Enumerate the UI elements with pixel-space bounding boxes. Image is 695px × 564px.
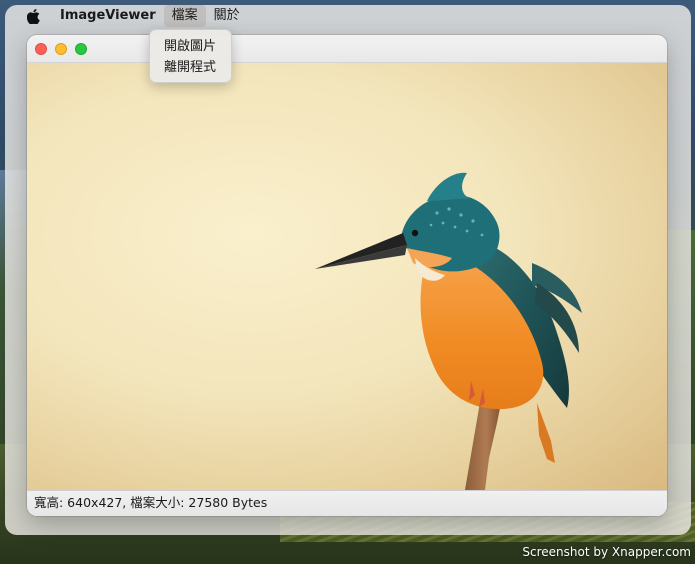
menu-about[interactable]: 關於: [206, 5, 248, 27]
watermark-text: Screenshot by Xnapper.com: [522, 545, 691, 559]
menu-item-quit[interactable]: 離開程式: [150, 57, 231, 78]
minimize-button[interactable]: [55, 42, 67, 55]
menu-item-open-image[interactable]: 開啟圖片: [150, 36, 231, 57]
image-display: [27, 63, 667, 490]
window-titlebar[interactable]: [27, 35, 667, 63]
menu-app-name[interactable]: ImageViewer: [60, 5, 164, 27]
apple-logo-icon[interactable]: [26, 8, 40, 24]
close-button[interactable]: [35, 42, 47, 55]
file-menu-dropdown: 開啟圖片 離開程式: [149, 29, 232, 83]
status-bar: 寬高: 640x427, 檔案大小: 27580 Bytes: [27, 490, 667, 516]
image-viewer-window: 寬高: 640x427, 檔案大小: 27580 Bytes: [27, 35, 667, 516]
zoom-button[interactable]: [75, 42, 87, 55]
kingfisher-photo: [315, 172, 582, 490]
menu-file[interactable]: 檔案: [163, 5, 206, 27]
menu-bar: ImageViewer 檔案 關於: [5, 5, 691, 27]
